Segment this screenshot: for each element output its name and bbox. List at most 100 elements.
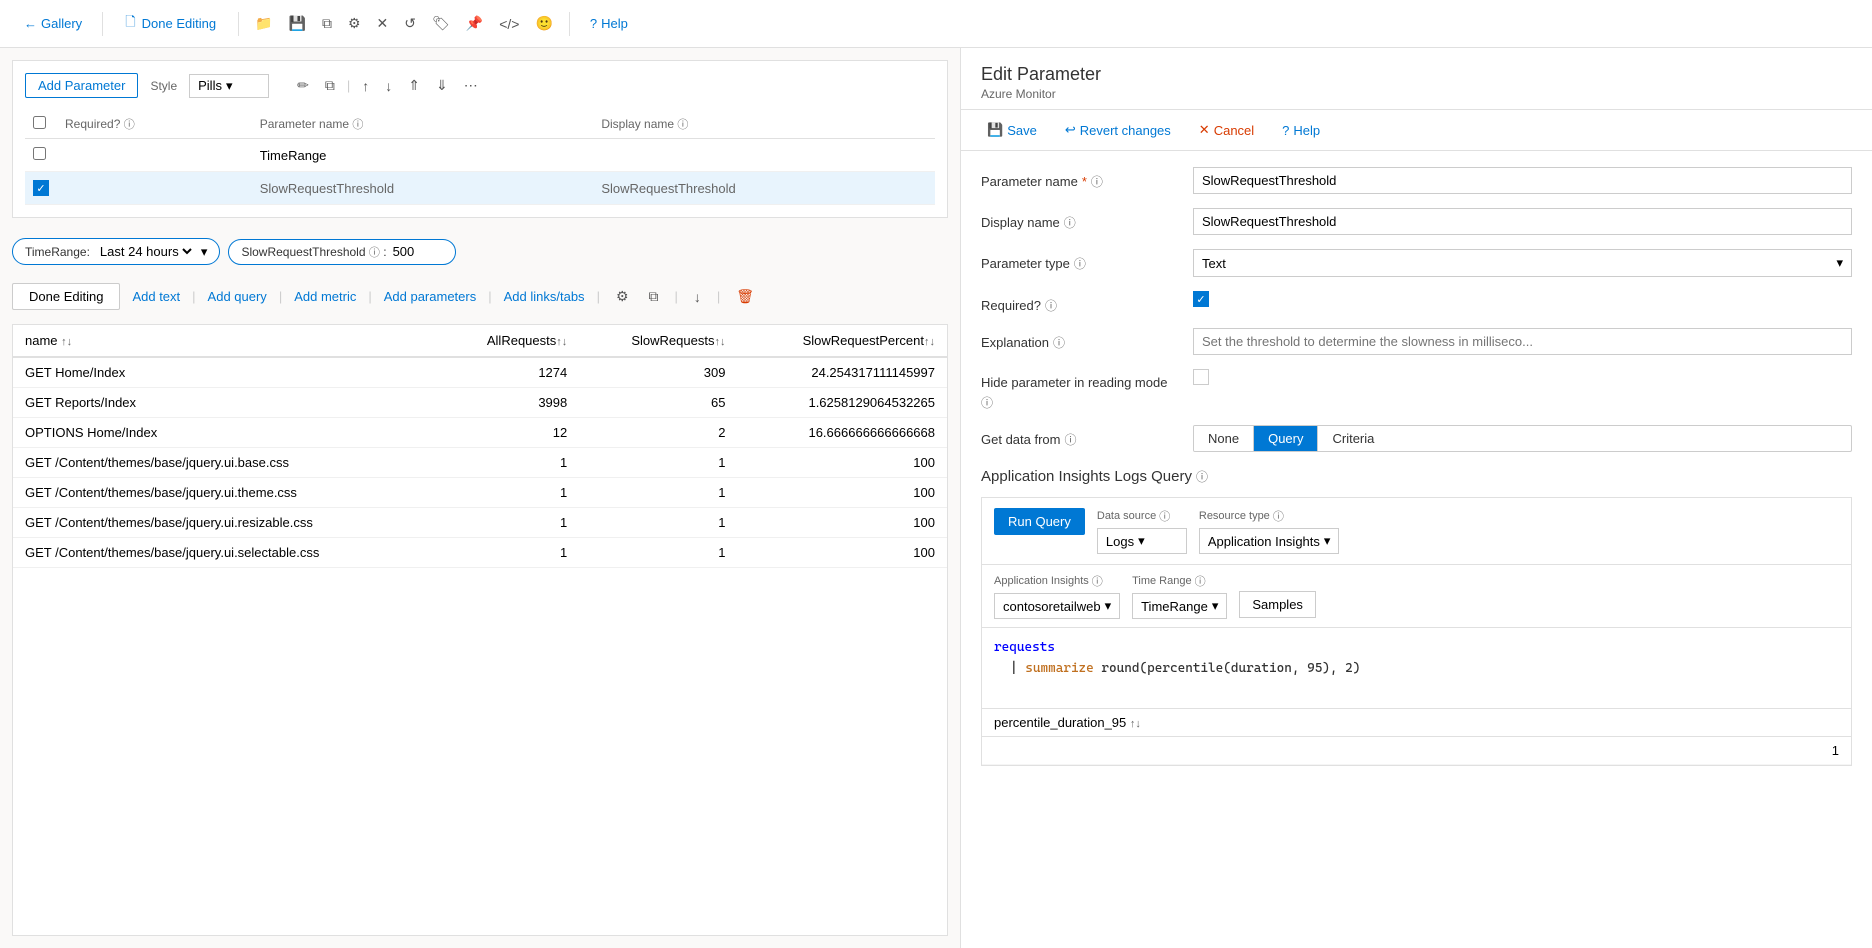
bar-sep-4: | [488,289,491,304]
query-editor[interactable]: requests | summarize round(percentile(du… [982,628,1851,708]
help-ep-button[interactable]: ? Help [1276,119,1326,142]
add-query-link[interactable]: Add query [208,289,267,304]
done-editing-button[interactable]: 🗋 Done Editing [115,9,226,39]
field-value-param-name [1193,167,1852,194]
resource-type-dropdown[interactable]: Application Insights ▾ [1199,528,1340,554]
edit-param-body: Parameter name * ⓘ Display name ⓘ [961,151,1872,468]
field-value-display-name [1193,208,1852,235]
radio-query[interactable]: Query [1254,426,1318,451]
th-all-requests[interactable]: AllRequests↑↓ [439,325,579,357]
th-name[interactable]: name ↑↓ [13,325,439,357]
slow-request-pill[interactable]: SlowRequestThreshold ⓘ : [228,239,455,265]
table-row[interactable]: GET Reports/Index 3998 65 1.625812906453… [13,388,947,418]
revert-icon: ↩ [1065,122,1076,138]
save-disk-icon: 💾 [987,122,1003,138]
table-row[interactable]: GET /Content/themes/base/jquery.ui.resiz… [13,508,947,538]
th-percentile[interactable]: percentile_duration_95 ↑↓ [982,709,1851,737]
select-all-checkbox[interactable] [33,116,46,129]
style-dropdown[interactable]: Pills ▾ [189,74,269,98]
refresh-icon-btn[interactable]: ↺ [400,13,420,34]
field-label-display-name: Display name ⓘ [981,208,1181,231]
run-query-button[interactable]: Run Query [994,508,1085,535]
add-links-link[interactable]: Add links/tabs [504,289,585,304]
gallery-label: Gallery [41,16,82,31]
display-name-input[interactable] [1193,208,1852,235]
table-row[interactable]: GET /Content/themes/base/jquery.ui.base.… [13,448,947,478]
edit-icon-btn[interactable]: ✏ [293,75,313,96]
table-row[interactable]: GET Home/Index 1274 309 24.2543171111459… [13,357,947,388]
code-icon-btn[interactable]: </> [495,14,523,34]
row-checkbox-1[interactable] [33,147,46,160]
row-checkbox-2[interactable] [33,180,49,196]
radio-criteria[interactable]: Criteria [1318,426,1388,451]
th-slow-requests[interactable]: SlowRequests↑↓ [579,325,737,357]
radio-none[interactable]: None [1194,426,1254,451]
field-value-hide [1193,369,1852,385]
samples-button[interactable]: Samples [1239,591,1316,618]
gallery-button[interactable]: ← Gallery [16,12,90,35]
cell-all: 1 [439,538,579,568]
table-row[interactable]: SlowRequestThreshold SlowRequestThreshol… [25,172,935,205]
param-type-dropdown[interactable]: Text ▾ [1193,249,1852,277]
cell-slow: 2 [579,418,737,448]
save-button[interactable]: 💾 Save [981,118,1043,142]
move-top-icon-btn[interactable]: ⇑ [404,75,424,96]
table-row[interactable]: OPTIONS Home/Index 12 2 16.6666666666666… [13,418,947,448]
field-row-get-data: Get data from ⓘ None Query Criteria [981,425,1852,452]
data-table: name ↑↓ AllRequests↑↓ SlowRequests↑↓ Slo… [13,325,947,568]
help-button[interactable]: ? Help [582,12,636,35]
cancel-button[interactable]: ✕ Cancel [1193,118,1260,142]
explanation-input[interactable] [1193,328,1852,355]
revert-button[interactable]: ↩ Revert changes [1059,118,1177,142]
field-label-param-name: Parameter name * ⓘ [981,167,1181,190]
chevron-down-icon-type: ▾ [1836,255,1843,271]
add-text-link[interactable]: Add text [132,289,180,304]
slow-request-label: SlowRequestThreshold [241,245,365,259]
settings-icon-btn[interactable]: ⚙ [344,13,365,34]
hide-checkbox[interactable] [1193,369,1209,385]
copy-icon-btn[interactable]: ⧉ [318,13,336,34]
required-checkbox[interactable] [1193,291,1209,307]
move-bottom-icon-btn[interactable]: ⇓ [432,75,452,96]
param-name-input[interactable] [1193,167,1852,194]
delete-btn-bar[interactable]: 🗑 [732,286,758,307]
query-panel: Run Query Data source ⓘ Logs ▾ [981,497,1852,766]
table-row[interactable]: TimeRange [25,139,935,172]
help-label: Help [601,16,628,31]
emoji-icon-btn[interactable]: 🙂 [531,13,556,34]
table-row[interactable]: GET /Content/themes/base/jquery.ui.selec… [13,538,947,568]
done-editing-bar-button[interactable]: Done Editing [12,283,120,310]
info-icon-hide: ⓘ [981,394,993,411]
table-row[interactable]: GET /Content/themes/base/jquery.ui.theme… [13,478,947,508]
close-icon-btn[interactable]: ✕ [373,13,393,34]
cell-pct: 100 [737,508,947,538]
data-source-dropdown[interactable]: Logs ▾ [1097,528,1187,554]
settings-btn-bar[interactable]: ⚙ [612,286,633,307]
move-down-icon-btn[interactable]: ↓ [381,76,396,96]
folder-icon-btn[interactable]: 📁 [251,13,276,34]
main-layout: Add Parameter Style Pills ▾ ✏ ⧉ | ↑ ↓ ⇑ … [0,48,1872,948]
pin-icon-btn[interactable]: 📌 [462,13,487,34]
more-icon-btn[interactable]: ⋯ [460,75,482,96]
slow-request-input[interactable] [393,244,443,259]
add-param-label: Add Parameter [38,78,125,93]
time-range-select[interactable]: Last 24 hours [96,243,195,260]
move-up-icon-btn[interactable]: ↑ [358,76,373,96]
duplicate-icon-btn[interactable]: ⧉ [321,75,339,96]
add-metric-link[interactable]: Add metric [294,289,356,304]
time-range-pill[interactable]: TimeRange: Last 24 hours ▾ [12,238,220,265]
copy-btn-bar[interactable]: ⧉ [645,286,663,307]
add-params-link[interactable]: Add parameters [384,289,477,304]
tag-icon-btn[interactable]: 🏷 [428,13,454,34]
time-range-query-dropdown[interactable]: TimeRange ▾ [1132,593,1227,619]
floppy-icon-btn[interactable]: 💾 [285,13,310,34]
cell-pct: 16.666666666666668 [737,418,947,448]
app-insights-dropdown[interactable]: contosoretailweb ▾ [994,593,1120,619]
th-slow-pct[interactable]: SlowRequestPercent↑↓ [737,325,947,357]
cell-slow: 1 [579,508,737,538]
required-label-text: Required? [981,298,1041,313]
cell-all: 1 [439,508,579,538]
sort-icon-slow: ↑↓ [714,336,725,348]
down-btn-bar[interactable]: ↓ [690,287,705,307]
add-parameter-button[interactable]: Add Parameter [25,73,138,98]
